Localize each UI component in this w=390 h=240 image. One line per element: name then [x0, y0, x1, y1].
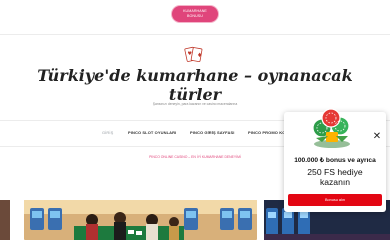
svg-text:♦: ♦	[197, 52, 202, 59]
close-icon[interactable]: ✕	[372, 132, 382, 142]
nav-item-slot-games[interactable]: PINCO SLOT OYUNLARI	[128, 130, 176, 135]
popup-free-spins-line2: kazanın	[319, 177, 351, 187]
nav-item-promo[interactable]: PINCO PROMO KO	[248, 130, 285, 135]
popup-bonus-text: 100.000 ₺ bonus ve ayrıca	[294, 157, 376, 164]
casino-bonus-button[interactable]: KUMARHANE BONUSU	[172, 6, 218, 22]
top-divider	[0, 34, 390, 35]
popup-free-spins: 250 FS hediye kazanın	[284, 167, 386, 187]
casino-bonus-button-line2: BONUSU	[187, 14, 203, 18]
svg-text:♥: ♥	[188, 51, 193, 57]
nav-item-login-page[interactable]: PINCO GİRİŞ SAYFASI	[190, 130, 234, 135]
popup-free-spins-line1: 250 FS hediye	[307, 167, 363, 177]
featured-image-casino[interactable]	[24, 200, 257, 240]
top-bar: KUMARHANE BONUSU	[0, 0, 390, 28]
featured-image-left[interactable]	[0, 200, 10, 240]
subnav-link[interactable]: PINCO ONLINE CASINO – EN İYİ KUMARHANE D…	[100, 155, 290, 159]
bonus-popup: ✕ 100.000 ₺ bonus ve ayrıca 250 FS hediy…	[284, 108, 386, 212]
bonus-chips-icon	[302, 106, 362, 150]
nav-item-home[interactable]: GİRİŞ	[102, 130, 113, 135]
site-title[interactable]: Türkiye'de kumarhane – oynanacak türler	[30, 66, 360, 104]
get-bonus-button[interactable]: Bonusu alın	[288, 194, 382, 206]
playing-cards-icon[interactable]: ♦ ♥	[184, 46, 204, 64]
site-tagline: Şansınızı deneyin, para kazanın ve casin…	[152, 102, 238, 106]
